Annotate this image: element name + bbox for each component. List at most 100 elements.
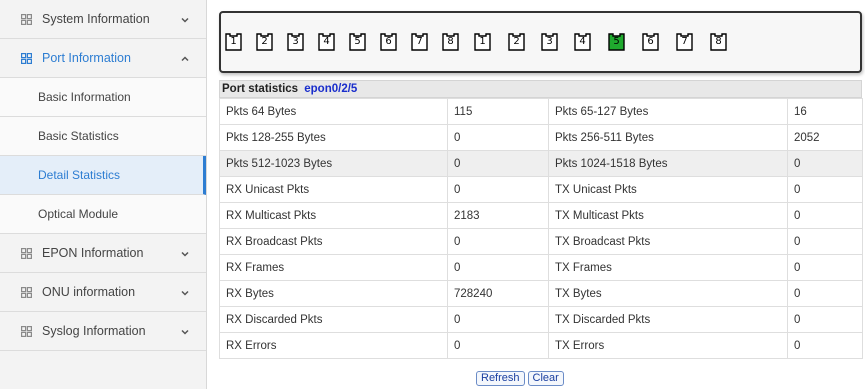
- button-row: Refresh Clear: [476, 371, 564, 386]
- grid-icon: [20, 286, 32, 298]
- port-b-5[interactable]: 5: [608, 33, 625, 51]
- sidebar-subitem-detail-statistics[interactable]: Detail Statistics: [0, 156, 206, 195]
- port-a-3[interactable]: 3: [287, 33, 304, 51]
- sidebar-item-epon-information[interactable]: EPON Information: [0, 234, 206, 273]
- table-row: Pkts 512-1023 Bytes 0 Pkts 1024-1518 Bytes…: [219, 150, 863, 177]
- sidebar-subitem-optical-module[interactable]: Optical Module: [0, 195, 206, 234]
- stat-value: 0: [447, 124, 549, 151]
- port-number: 2: [261, 36, 268, 47]
- port-number: 5: [354, 36, 361, 47]
- grid-icon: [20, 13, 32, 25]
- sidebar-item-onu-information[interactable]: ONU information: [0, 273, 206, 312]
- stat-label: TX Discarded Pkts: [548, 306, 788, 333]
- port-b-3[interactable]: 3: [541, 33, 558, 51]
- refresh-button[interactable]: Refresh: [476, 371, 525, 386]
- chevron-up-icon: [180, 53, 190, 63]
- sidebar-subitem-label: Basic Information: [38, 90, 131, 104]
- table-row: RX Multicast Pkts 2183 TX Multicast Pkts 0: [219, 202, 863, 229]
- sidebar-item-label: ONU information: [42, 285, 136, 299]
- stat-value: 2183: [447, 202, 549, 229]
- stats-table: Pkts 64 Bytes 115 Pkts 65-127 Bytes 16 Pkts …: [219, 98, 863, 359]
- stat-value: 0: [447, 176, 549, 203]
- stats-title: Port statistics: [222, 83, 299, 95]
- sidebar: System Information Port Information Basi…: [0, 0, 207, 389]
- port-number: 7: [416, 36, 423, 47]
- port-number: 5: [613, 36, 620, 47]
- stat-value: 0: [787, 228, 863, 255]
- stat-value: 16: [787, 98, 863, 125]
- port-b-8[interactable]: 8: [710, 33, 727, 51]
- stat-label: TX Broadcast Pkts: [548, 228, 788, 255]
- table-row: RX Unicast Pkts 0 TX Unicast Pkts 0: [219, 176, 863, 203]
- port-a-4[interactable]: 4: [318, 33, 335, 51]
- sidebar-item-label: EPON Information: [42, 246, 144, 260]
- stat-label: TX Unicast Pkts: [548, 176, 788, 203]
- port-a-6[interactable]: 6: [380, 33, 397, 51]
- chevron-down-icon: [180, 14, 190, 24]
- sidebar-item-label: Port Information: [42, 51, 131, 65]
- stat-label: Pkts 512-1023 Bytes: [219, 150, 448, 177]
- grid-icon: [20, 52, 32, 64]
- stat-label: RX Errors: [219, 332, 448, 359]
- chevron-down-icon: [180, 248, 190, 258]
- stat-label: RX Broadcast Pkts: [219, 228, 448, 255]
- sidebar-subitem-basic-information[interactable]: Basic Information: [0, 78, 206, 117]
- sidebar-item-label: System Information: [42, 12, 150, 26]
- sidebar-subitem-basic-statistics[interactable]: Basic Statistics: [0, 117, 206, 156]
- stat-value: 0: [447, 254, 549, 281]
- port-b-2[interactable]: 2: [508, 33, 525, 51]
- clear-button[interactable]: Clear: [527, 371, 564, 386]
- port-number: 3: [546, 36, 553, 47]
- port-a-5[interactable]: 5: [349, 33, 366, 51]
- sidebar-item-syslog-information[interactable]: Syslog Information: [0, 312, 206, 351]
- stat-label: TX Errors: [548, 332, 788, 359]
- port-a-1[interactable]: 1: [225, 33, 242, 51]
- port-number: 4: [323, 36, 330, 47]
- port-a-2[interactable]: 2: [256, 33, 273, 51]
- port-number: 1: [479, 36, 486, 47]
- port-id: epon0/2/5: [304, 83, 358, 95]
- stat-value: 2052: [787, 124, 863, 151]
- stat-value: 0: [447, 332, 549, 359]
- port-panel: 1 2 3 4 5 6 7 8 1 2 3 4 5 6 7 8: [219, 11, 862, 73]
- sidebar-item-port-information[interactable]: Port Information: [0, 39, 206, 78]
- stat-label: RX Frames: [219, 254, 448, 281]
- port-b-4[interactable]: 4: [574, 33, 591, 51]
- grid-icon: [20, 325, 32, 337]
- port-number: 8: [447, 36, 454, 47]
- port-b-1[interactable]: 1: [474, 33, 491, 51]
- stat-value: 115: [447, 98, 549, 125]
- table-row: RX Broadcast Pkts 0 TX Broadcast Pkts 0: [219, 228, 863, 255]
- port-number: 6: [385, 36, 392, 47]
- port-a-7[interactable]: 7: [411, 33, 428, 51]
- sidebar-subitem-label: Detail Statistics: [38, 168, 121, 182]
- port-number: 8: [715, 36, 722, 47]
- port-b-7[interactable]: 7: [676, 33, 693, 51]
- table-row: RX Bytes 728240 TX Bytes 0: [219, 280, 863, 307]
- stat-label: TX Bytes: [548, 280, 788, 307]
- port-a-8[interactable]: 8: [442, 33, 459, 51]
- stat-value: 728240: [447, 280, 549, 307]
- table-row: RX Discarded Pkts 0 TX Discarded Pkts 0: [219, 306, 863, 333]
- stat-label: TX Multicast Pkts: [548, 202, 788, 229]
- stat-label: RX Discarded Pkts: [219, 306, 448, 333]
- stat-value: 0: [787, 176, 863, 203]
- stat-value: 0: [787, 306, 863, 333]
- sidebar-item-label: Syslog Information: [42, 324, 146, 338]
- stat-value: 0: [447, 150, 549, 177]
- stat-label: Pkts 65-127 Bytes: [548, 98, 788, 125]
- stat-value: 0: [787, 202, 863, 229]
- sidebar-subitem-label: Basic Statistics: [38, 129, 119, 143]
- table-row: RX Errors 0 TX Errors 0: [219, 332, 863, 359]
- stats-header: Port statistics epon0/2/5: [219, 80, 862, 98]
- grid-icon: [20, 247, 32, 259]
- stat-label: Pkts 1024-1518 Bytes: [548, 150, 788, 177]
- sidebar-item-system-information[interactable]: System Information: [0, 0, 206, 39]
- stat-value: 0: [787, 280, 863, 307]
- port-b-6[interactable]: 6: [642, 33, 659, 51]
- stat-value: 0: [787, 254, 863, 281]
- table-row: RX Frames 0 TX Frames 0: [219, 254, 863, 281]
- stat-label: RX Unicast Pkts: [219, 176, 448, 203]
- port-number: 1: [230, 36, 237, 47]
- app-root: System Information Port Information Basi…: [0, 0, 865, 389]
